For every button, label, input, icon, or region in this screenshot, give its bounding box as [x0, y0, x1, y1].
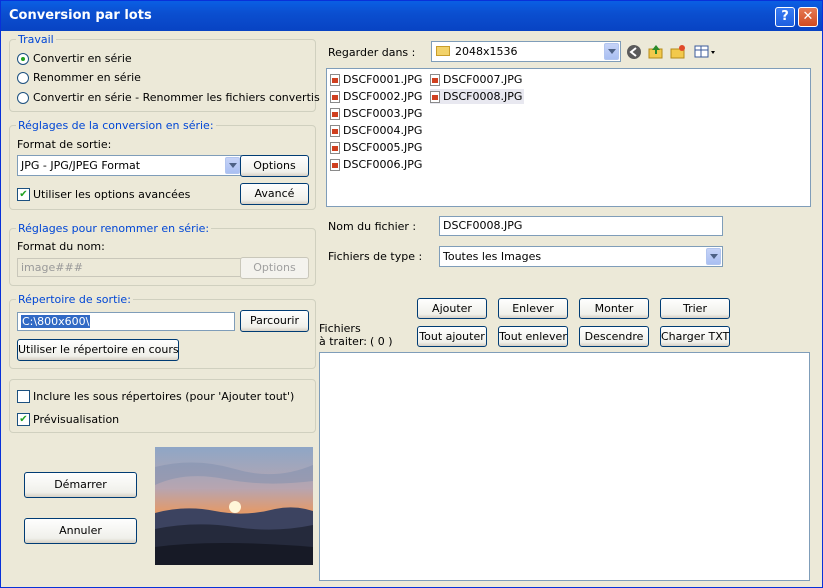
look-in-label: Regarder dans : [328, 46, 416, 59]
browse-button[interactable]: Parcourir [240, 310, 309, 332]
advanced-options-label[interactable]: Utiliser les options avancées [33, 188, 190, 201]
add-button[interactable]: Ajouter [417, 298, 487, 319]
radio-rename[interactable] [17, 72, 29, 84]
file-item[interactable]: DSCF0003.JPG [330, 106, 422, 121]
view-menu-icon[interactable] [693, 43, 717, 61]
advanced-button[interactable]: Avancé [240, 183, 309, 205]
queue-count: ( 0 ) [370, 335, 393, 348]
filetype-value: Toutes les Images [443, 250, 542, 263]
file-item[interactable]: DSCF0007.JPG [430, 72, 522, 87]
use-current-directory-button[interactable]: Utiliser le répertoire en cours [17, 339, 179, 361]
radio-convert[interactable] [17, 53, 29, 65]
preview-checkbox[interactable]: ✔ [17, 413, 30, 426]
cancel-button[interactable]: Annuler [24, 518, 137, 544]
close-button[interactable]: ✕ [798, 7, 818, 27]
preview-image [155, 447, 313, 565]
filename-value: DSCF0008.JPG [443, 219, 523, 232]
move-up-button[interactable]: Monter [579, 298, 649, 319]
help-button[interactable]: ? [775, 7, 795, 27]
image-file-icon [330, 159, 340, 171]
window-title: Conversion par lots [9, 8, 152, 23]
output-directory-group: Répertoire de sortie: C:\800x600\ Parcou… [9, 293, 316, 369]
image-file-icon [430, 74, 440, 86]
include-subdirs-checkbox[interactable] [17, 390, 30, 403]
rename-settings-group: Réglages pour renommer en série: Format … [9, 222, 316, 286]
file-item[interactable]: DSCF0004.JPG [330, 123, 422, 138]
file-item[interactable]: DSCF0005.JPG [330, 140, 422, 155]
remove-button[interactable]: Enlever [498, 298, 568, 319]
file-item[interactable]: DSCF0002.JPG [330, 89, 422, 104]
name-format-value: image### [21, 261, 83, 274]
radio-convert-label[interactable]: Convertir en série [33, 52, 132, 65]
remove-all-button[interactable]: Tout enlever [498, 326, 568, 347]
chevron-down-icon[interactable] [604, 43, 619, 60]
back-icon[interactable] [625, 43, 643, 61]
sunset-preview-image [155, 447, 313, 565]
queue-list[interactable] [319, 352, 810, 581]
load-txt-button[interactable]: Charger TXT [660, 326, 730, 347]
sort-button[interactable]: Trier [660, 298, 730, 319]
output-path-input[interactable]: C:\800x600\ [17, 312, 235, 331]
output-path-value: C:\800x600\ [21, 315, 91, 328]
image-file-icon [330, 91, 340, 103]
filename-label: Nom du fichier : [328, 220, 417, 233]
output-format-select[interactable]: JPG - JPG/JPEG Format [17, 155, 242, 176]
rename-options-button[interactable]: Options [240, 257, 309, 279]
preview-label[interactable]: Prévisualisation [33, 413, 119, 426]
move-down-button[interactable]: Descendre [579, 326, 649, 347]
add-all-button[interactable]: Tout ajouter [417, 326, 487, 347]
queue-label: Fichiers à traiter: [319, 322, 367, 348]
folder-icon [436, 46, 450, 56]
image-file-icon [430, 91, 440, 103]
output-legend: Répertoire de sortie: [16, 293, 133, 306]
new-folder-icon[interactable] [669, 43, 687, 61]
title-bar[interactable]: Conversion par lots ? ✕ [1, 1, 822, 31]
look-in-value: 2048x1536 [455, 45, 518, 58]
file-list[interactable]: DSCF0001.JPG DSCF0002.JPG DSCF0003.JPG D… [326, 68, 811, 207]
radio-convert-rename-label[interactable]: Convertir en série - Renommer les fichie… [33, 91, 320, 104]
batch-conversion-dialog: Conversion par lots ? ✕ Travail Converti… [0, 0, 823, 588]
extra-options-group: Inclure les sous répertoires (pour 'Ajou… [9, 379, 316, 433]
file-item[interactable]: DSCF0006.JPG [330, 157, 422, 172]
radio-convert-rename[interactable] [17, 92, 29, 104]
travail-group: Travail Convertir en série Renommer en s… [9, 33, 320, 112]
travail-legend: Travail [16, 33, 56, 46]
filename-input[interactable]: DSCF0008.JPG [439, 216, 723, 236]
look-in-select[interactable]: 2048x1536 [431, 41, 621, 62]
format-options-button[interactable]: Options [240, 155, 309, 177]
include-subdirs-label[interactable]: Inclure les sous répertoires (pour 'Ajou… [33, 390, 294, 403]
image-file-icon [330, 74, 340, 86]
file-item[interactable]: DSCF0001.JPG [330, 72, 422, 87]
conversion-settings-group: Réglages de la conversion en série: Form… [9, 119, 316, 210]
image-file-icon [330, 125, 340, 137]
radio-rename-label[interactable]: Renommer en série [33, 71, 141, 84]
up-folder-icon[interactable] [647, 43, 665, 61]
image-file-icon [330, 142, 340, 154]
chevron-down-icon[interactable] [706, 248, 721, 265]
output-format-label: Format de sortie: [17, 138, 112, 151]
filetype-select[interactable]: Toutes les Images [439, 246, 723, 267]
output-format-value: JPG - JPG/JPEG Format [21, 159, 141, 172]
start-button[interactable]: Démarrer [24, 472, 137, 498]
name-format-label: Format du nom: [17, 240, 105, 253]
file-item-selected[interactable]: DSCF0008.JPG [430, 89, 525, 104]
filetype-label: Fichiers de type : [328, 250, 423, 263]
conversion-legend: Réglages de la conversion en série: [16, 119, 216, 132]
image-file-icon [330, 108, 340, 120]
chevron-down-icon[interactable] [225, 157, 240, 174]
advanced-options-checkbox[interactable]: ✔ [17, 188, 30, 201]
name-format-input[interactable]: image### [17, 258, 242, 277]
rename-legend: Réglages pour renommer en série: [16, 222, 212, 235]
